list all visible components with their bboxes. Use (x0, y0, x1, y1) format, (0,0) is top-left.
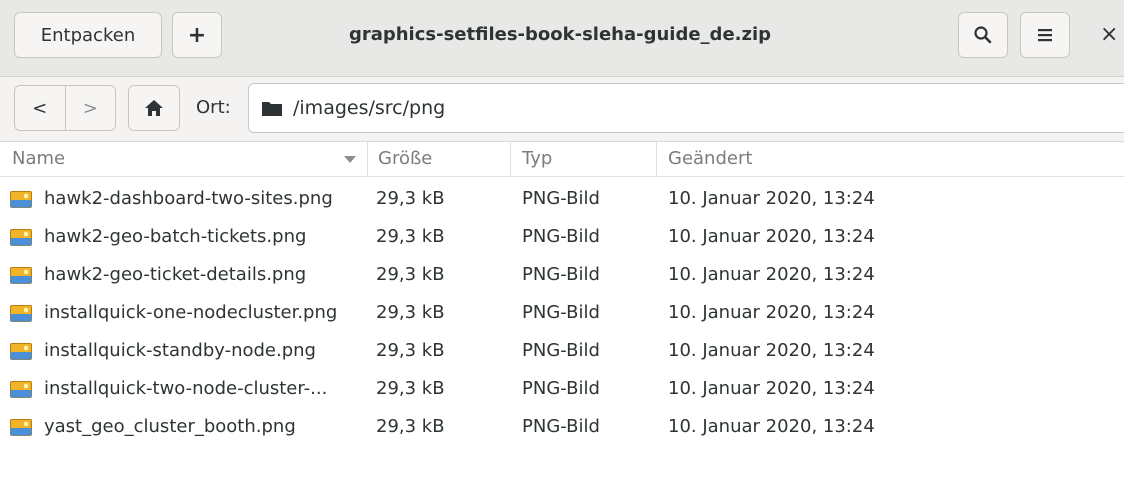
image-file-icon (10, 343, 32, 360)
file-type: PNG-Bild (522, 226, 600, 247)
file-size: 29,3 kB (376, 302, 445, 323)
window-title: graphics-setfiles-book-sleha-guide_de.zi… (348, 24, 772, 45)
column-header-size[interactable]: Größe (378, 142, 498, 176)
location-path: /images/src/png (293, 97, 446, 119)
column-name-label: Name (12, 148, 66, 169)
image-file-icon (10, 191, 32, 208)
image-file-icon (10, 229, 32, 246)
file-size: 29,3 kB (376, 226, 445, 247)
forward-button[interactable]: > (64, 86, 116, 130)
file-name: hawk2-geo-ticket-details.png (44, 264, 307, 285)
column-separator (510, 142, 511, 176)
file-row[interactable]: installquick-two-node-cluster-... 29,3 k… (0, 370, 1124, 408)
file-type: PNG-Bild (522, 340, 600, 361)
file-modified: 10. Januar 2020, 13:24 (668, 226, 875, 247)
image-file-icon (10, 419, 32, 436)
file-modified: 10. Januar 2020, 13:24 (668, 340, 875, 361)
file-name: installquick-standby-node.png (44, 340, 316, 361)
file-size: 29,3 kB (376, 264, 445, 285)
file-row[interactable]: installquick-one-nodecluster.png 29,3 kB… (0, 294, 1124, 332)
file-row[interactable]: hawk2-dashboard-two-sites.png 29,3 kB PN… (0, 180, 1124, 218)
extract-button[interactable]: Entpacken (14, 12, 162, 58)
add-files-button[interactable]: + (172, 12, 222, 58)
column-header-type[interactable]: Typ (522, 142, 642, 176)
file-row[interactable]: installquick-standby-node.png 29,3 kB PN… (0, 332, 1124, 370)
file-type: PNG-Bild (522, 188, 600, 209)
file-modified: 10. Januar 2020, 13:24 (668, 264, 875, 285)
file-size: 29,3 kB (376, 416, 445, 437)
column-header-modified[interactable]: Geändert (668, 142, 968, 176)
file-size: 29,3 kB (376, 188, 445, 209)
file-list: hawk2-dashboard-two-sites.png 29,3 kB PN… (0, 180, 1124, 446)
file-size: 29,3 kB (376, 378, 445, 399)
file-type: PNG-Bild (522, 378, 600, 399)
search-button[interactable] (958, 12, 1008, 58)
file-modified: 10. Januar 2020, 13:24 (668, 302, 875, 323)
location-bar: < > Ort: /images/src/png (0, 77, 1124, 142)
column-headers: Name Größe Typ Geändert (0, 142, 1124, 177)
file-name: installquick-two-node-cluster-... (44, 378, 328, 399)
navigation-buttons: < > (14, 85, 116, 131)
column-separator (367, 142, 368, 176)
column-separator (656, 142, 657, 176)
file-modified: 10. Januar 2020, 13:24 (668, 188, 875, 209)
image-file-icon (10, 305, 32, 322)
file-type: PNG-Bild (522, 416, 600, 437)
home-icon (145, 100, 163, 116)
file-type: PNG-Bild (522, 264, 600, 285)
hamburger-menu-icon (1038, 29, 1052, 42)
location-label: Ort: (196, 97, 231, 118)
close-button[interactable]: × (1100, 12, 1124, 58)
search-icon (974, 26, 992, 44)
file-name: yast_geo_cluster_booth.png (44, 416, 296, 437)
image-file-icon (10, 267, 32, 284)
column-header-name[interactable]: Name (12, 142, 364, 176)
file-row[interactable]: hawk2-geo-batch-tickets.png 29,3 kB PNG-… (0, 218, 1124, 256)
sort-descending-icon (344, 156, 356, 163)
file-size: 29,3 kB (376, 340, 445, 361)
file-modified: 10. Januar 2020, 13:24 (668, 416, 875, 437)
location-field[interactable]: /images/src/png (248, 83, 1124, 133)
home-button[interactable] (128, 85, 180, 131)
file-row[interactable]: hawk2-geo-ticket-details.png 29,3 kB PNG… (0, 256, 1124, 294)
image-file-icon (10, 381, 32, 398)
file-modified: 10. Januar 2020, 13:24 (668, 378, 875, 399)
folder-icon (262, 102, 282, 116)
file-name: hawk2-geo-batch-tickets.png (44, 226, 307, 247)
menu-button[interactable] (1020, 12, 1070, 58)
file-name: installquick-one-nodecluster.png (44, 302, 338, 323)
back-button[interactable]: < (15, 86, 65, 130)
header-bar: Entpacken + graphics-setfiles-book-sleha… (0, 0, 1124, 77)
file-row[interactable]: yast_geo_cluster_booth.png 29,3 kB PNG-B… (0, 408, 1124, 446)
file-type: PNG-Bild (522, 302, 600, 323)
file-name: hawk2-dashboard-two-sites.png (44, 188, 333, 209)
